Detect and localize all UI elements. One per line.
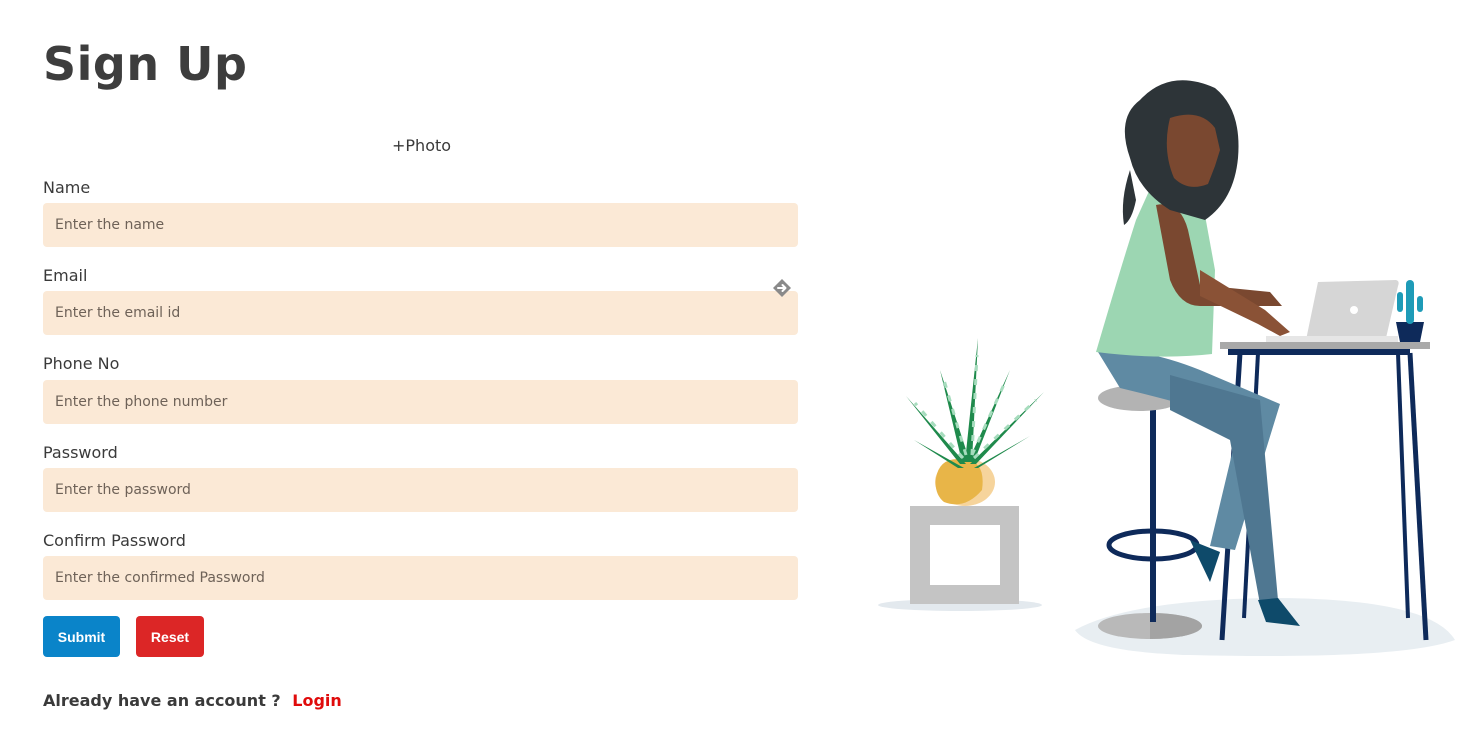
login-link[interactable]: Login	[292, 691, 342, 710]
confirm-password-field[interactable]	[43, 556, 798, 600]
password-field[interactable]	[43, 468, 798, 512]
login-prompt: Already have an account ? Login	[43, 690, 342, 712]
woman-at-laptop-illustration	[878, 80, 1455, 656]
email-label: Email	[43, 266, 88, 285]
confirm-password-label: Confirm Password	[43, 531, 186, 550]
password-label: Password	[43, 443, 118, 462]
phone-label: Phone No	[43, 354, 120, 373]
name-label: Name	[43, 178, 91, 197]
reset-button[interactable]: Reset	[136, 616, 204, 657]
name-field[interactable]	[43, 203, 798, 247]
submit-button[interactable]: Submit	[43, 616, 120, 657]
login-prompt-text: Already have an account ?	[43, 691, 281, 710]
email-field[interactable]	[43, 291, 798, 335]
page-title: Sign Up	[43, 37, 248, 91]
phone-field[interactable]	[43, 380, 798, 424]
add-photo-link[interactable]: +Photo	[392, 136, 451, 156]
autofill-key-icon[interactable]	[772, 278, 792, 298]
